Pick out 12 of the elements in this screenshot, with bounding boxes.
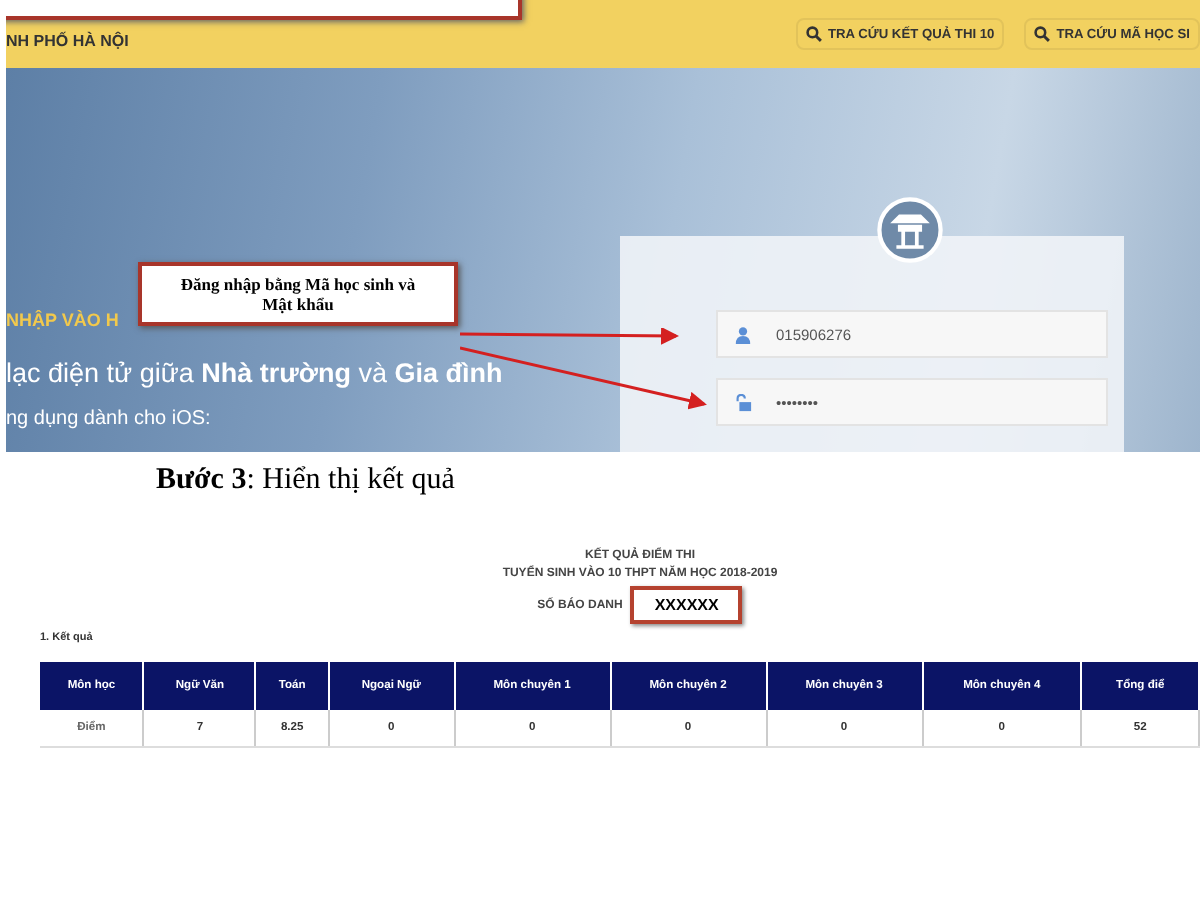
step-caption: Bước 3: Hiển thị kết quả xyxy=(156,464,457,498)
user-icon xyxy=(734,325,752,343)
search-icon xyxy=(805,26,822,42)
site-name: NH PHỐ HÀ NỘI xyxy=(6,31,129,49)
callout-box: Đăng nhập bằng Mã học sinh và Mật khẩu xyxy=(138,262,458,327)
hero-tagline: lạc điện tử giữa Nhà trường và Gia đình xyxy=(6,358,505,388)
emblem-icon xyxy=(876,196,944,264)
search-icon xyxy=(1034,26,1051,42)
candidate-number: XXXXXX xyxy=(630,586,743,624)
hero-heading: NHẬP VÀO H xyxy=(6,310,121,330)
hero-subtext: ng dụng dành cho iOS: xyxy=(6,408,213,430)
padlock-icon xyxy=(734,393,752,411)
